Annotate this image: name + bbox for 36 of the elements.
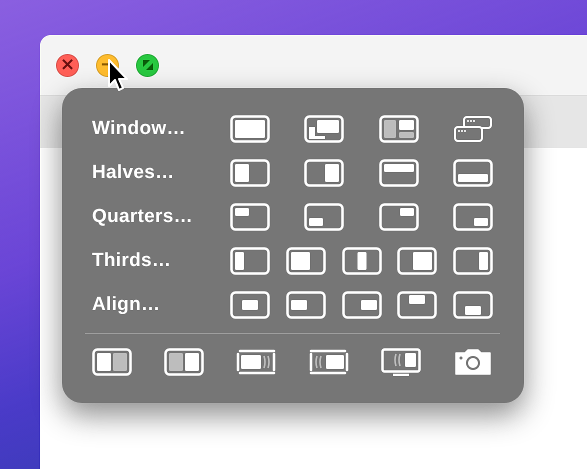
left-center-icon[interactable] xyxy=(286,291,326,319)
section-label: Thirds… xyxy=(92,250,172,272)
right-center-icon[interactable] xyxy=(342,291,382,319)
window-right-edge-icon[interactable] xyxy=(236,348,276,376)
left-half-icon[interactable] xyxy=(230,159,270,187)
left-two-thirds-icon[interactable] xyxy=(286,247,326,275)
bottom-center-icon[interactable] xyxy=(453,291,493,319)
window-left-edge-icon[interactable] xyxy=(308,348,349,376)
section-label: Window… xyxy=(92,118,187,140)
section-label: Align… xyxy=(92,294,162,316)
zoom-button[interactable] xyxy=(136,54,159,76)
bottom-half-icon[interactable] xyxy=(452,159,493,187)
top-center-icon[interactable] xyxy=(397,291,438,319)
split-right-icon[interactable] xyxy=(164,348,204,376)
monitor-icon[interactable] xyxy=(380,348,421,376)
center-icon[interactable] xyxy=(230,291,270,319)
maximize-icon[interactable] xyxy=(230,115,270,143)
right-half-icon[interactable] xyxy=(304,159,344,187)
center-third-icon[interactable] xyxy=(342,247,382,275)
left-third-icon[interactable] xyxy=(230,247,270,275)
top-left-quarter-icon[interactable] xyxy=(230,203,270,231)
two-windows-icon[interactable] xyxy=(452,115,493,143)
top-half-icon[interactable] xyxy=(378,159,419,187)
split-left-icon[interactable] xyxy=(92,348,132,376)
overlapping-windows-icon[interactable] xyxy=(304,115,344,143)
right-third-icon[interactable] xyxy=(453,247,493,275)
grid-layout-icon[interactable] xyxy=(378,115,419,143)
section-label: Halves… xyxy=(92,162,176,184)
bottom-right-quarter-icon[interactable] xyxy=(452,203,493,231)
camera-icon[interactable] xyxy=(452,348,493,376)
bottom-left-quarter-icon[interactable] xyxy=(304,203,344,231)
close-button[interactable]: × xyxy=(56,54,79,76)
top-right-quarter-icon[interactable] xyxy=(378,203,419,231)
section-label: Quarters… xyxy=(92,206,194,228)
right-two-thirds-icon[interactable] xyxy=(397,247,438,275)
diagonal-arrows-icon xyxy=(142,59,154,71)
